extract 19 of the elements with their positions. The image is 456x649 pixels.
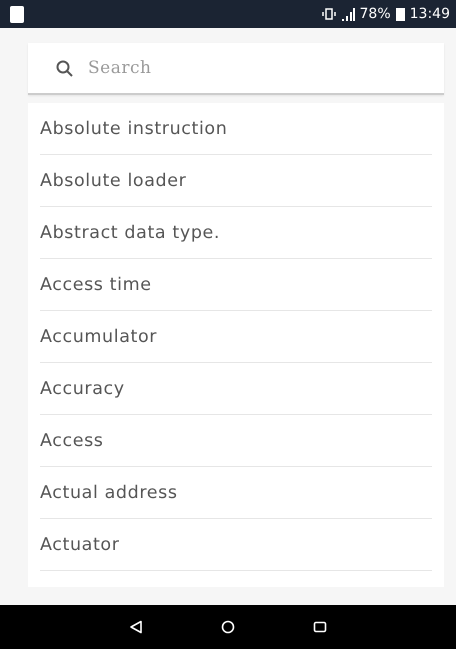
list-item[interactable]: Access [40, 415, 432, 467]
vibrate-icon [322, 8, 336, 20]
notification-icon [10, 6, 24, 22]
clock: 13:49 [410, 6, 450, 22]
list-item[interactable]: Actuator [40, 519, 432, 571]
back-icon[interactable] [129, 620, 143, 634]
signal-icon [340, 8, 355, 20]
list-item[interactable]: Absolute instruction [40, 103, 432, 155]
list-item[interactable]: Accuracy [40, 363, 432, 415]
list-item[interactable]: Abstract data type. [40, 207, 432, 259]
search-field[interactable]: Search [28, 43, 444, 95]
list-item[interactable]: Accumulator [40, 311, 432, 363]
list-item[interactable]: Actual address [40, 467, 432, 519]
list-item[interactable]: Access time [40, 259, 432, 311]
recents-icon[interactable] [313, 620, 327, 634]
list-item[interactable]: Absolute loader [40, 155, 432, 207]
home-icon[interactable] [221, 620, 235, 634]
battery-level: 78% [360, 6, 391, 22]
battery-icon [396, 7, 405, 21]
